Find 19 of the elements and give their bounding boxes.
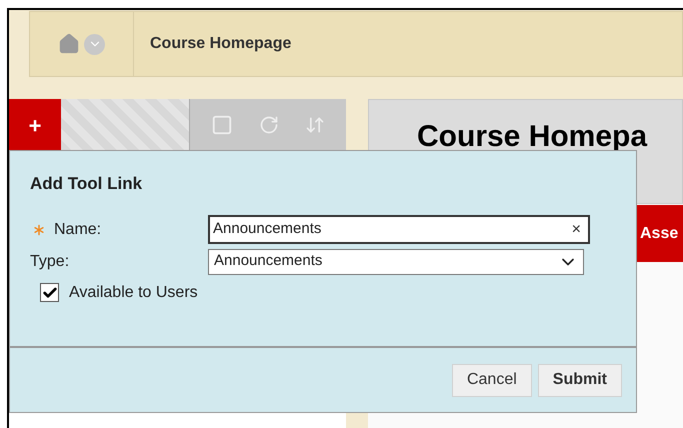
window-icon[interactable] [211,114,233,136]
dialog-title: Add Tool Link [30,173,144,195]
refresh-icon[interactable] [259,115,279,135]
cancel-button[interactable]: Cancel [452,364,532,396]
menu-caret-icon[interactable] [84,34,105,54]
content-heading: Course Homepa [417,119,648,155]
checkbox-label: Available to Users [69,282,198,302]
type-select[interactable]: Announcements [208,248,584,274]
field-label: Type: [30,252,70,272]
submit-button[interactable]: Submit [538,364,622,396]
action-button[interactable]: Asse [636,205,683,262]
clear-icon[interactable]: × [572,218,585,242]
breadcrumb-title[interactable]: Course Homepage [150,32,292,56]
home-icon[interactable] [58,33,80,55]
available-checkbox[interactable] [40,283,59,302]
sort-icon[interactable] [305,115,325,135]
field-label: Name: [54,220,102,240]
name-field[interactable]: Announcements × [208,215,590,244]
add-menu-item-button[interactable]: + [9,99,61,151]
